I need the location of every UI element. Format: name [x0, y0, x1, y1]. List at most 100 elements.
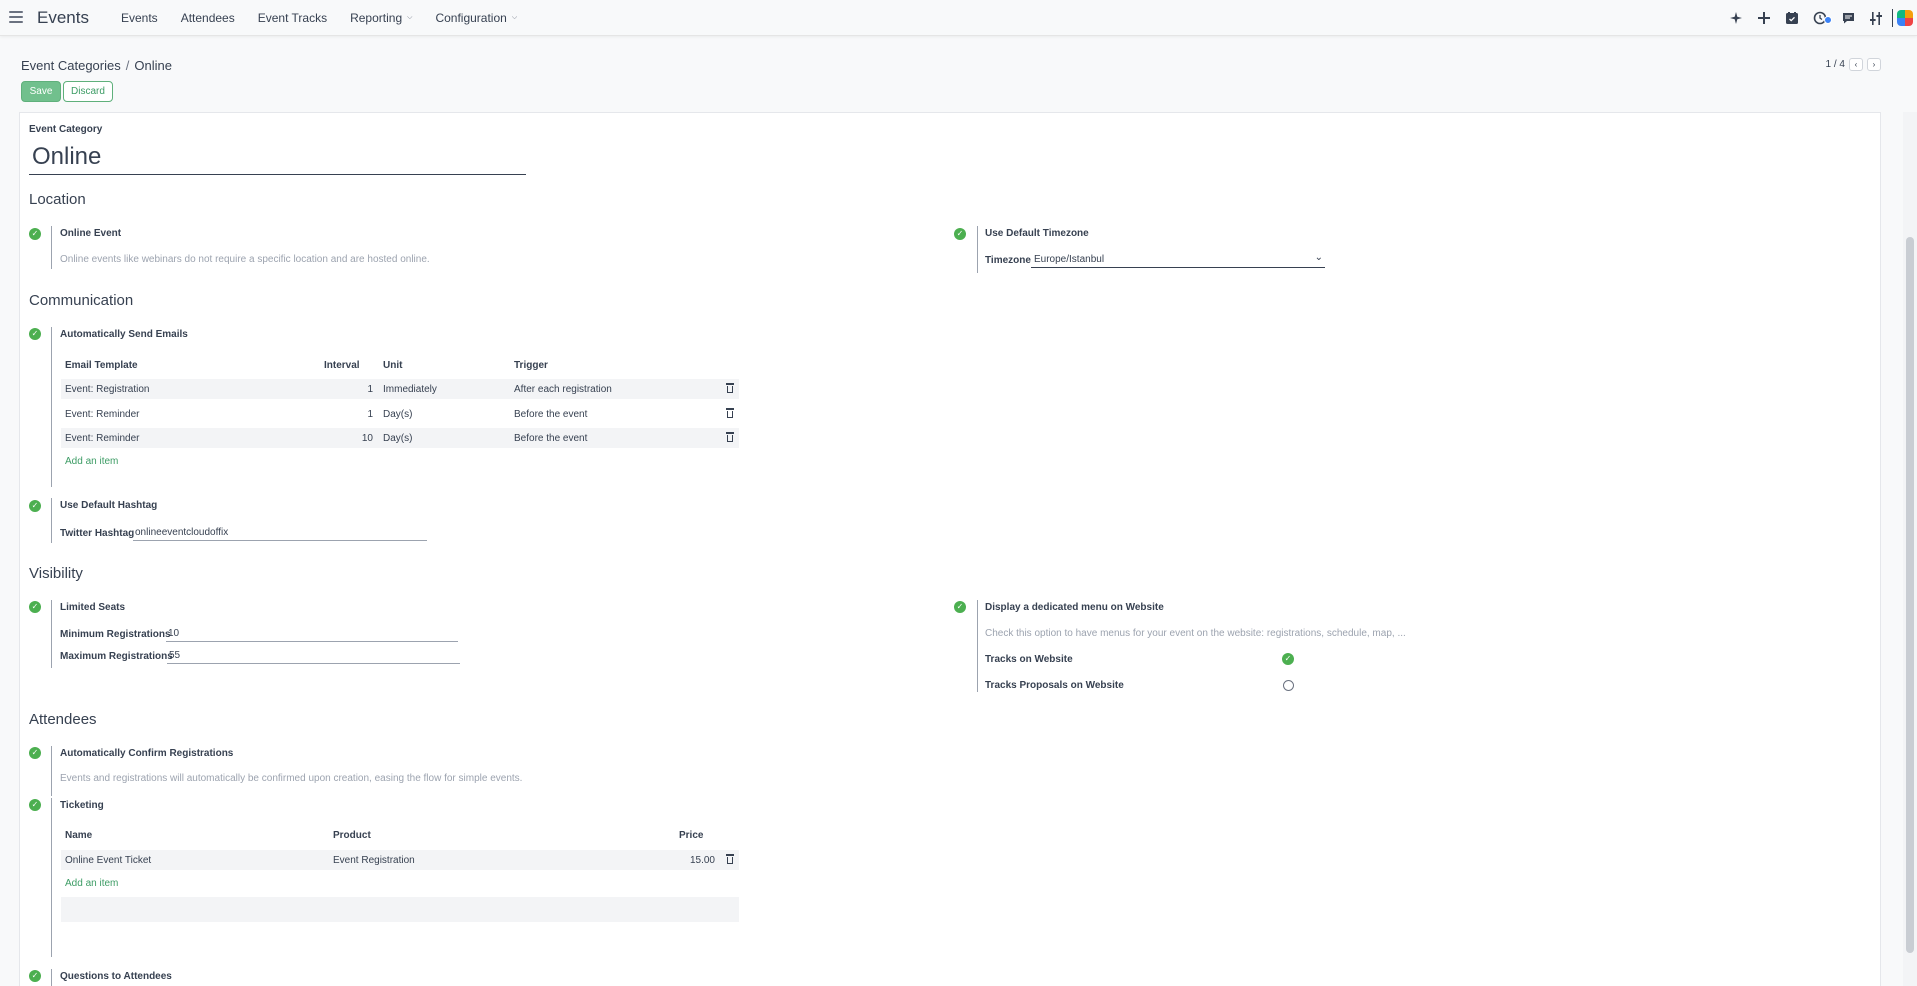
col-ticket-product[interactable]: Product: [333, 830, 371, 841]
menu-reporting[interactable]: Reporting ⌵: [350, 11, 412, 25]
menu-configuration[interactable]: Configuration ⌵: [435, 11, 517, 25]
menu-configuration-label: Configuration: [435, 11, 507, 25]
auto-emails-check-icon[interactable]: ✓: [29, 328, 41, 340]
auto-confirm-check-icon[interactable]: ✓: [29, 747, 41, 759]
company-avatar[interactable]: [1897, 10, 1913, 26]
cell-unit: Immediately: [383, 384, 437, 395]
timezone-value: Europe/Istanbul: [1034, 254, 1105, 265]
option-divider: [51, 600, 52, 668]
cell-ticket-price: 15.00: [689, 855, 715, 866]
breadcrumb-parent[interactable]: Event Categories: [21, 58, 121, 73]
cell-trigger: After each registration: [514, 384, 612, 395]
option-divider: [977, 226, 978, 273]
sparkle-icon[interactable]: [1722, 9, 1750, 27]
menu-events-label: Events: [121, 11, 158, 25]
cell-ticket-name: Online Event Ticket: [65, 855, 152, 866]
twitter-hashtag-label: Twitter Hashtag: [60, 528, 135, 539]
questions-label: Questions to Attendees: [60, 971, 172, 982]
online-event-check-icon[interactable]: ✓: [29, 228, 41, 240]
ticketing-label: Ticketing: [60, 800, 104, 811]
min-registrations-input[interactable]: 10: [166, 628, 458, 642]
option-divider: [51, 498, 52, 543]
default-timezone-label: Use Default Timezone: [985, 228, 1089, 239]
scroll-thumb[interactable]: [1906, 237, 1914, 953]
hamburger-menu-icon[interactable]: [9, 11, 23, 23]
menu-reporting-label: Reporting: [350, 11, 403, 25]
menu-attendees[interactable]: Attendees: [181, 11, 235, 25]
plus-icon[interactable]: [1750, 9, 1778, 27]
settings-sliders-icon[interactable]: [1862, 9, 1890, 27]
website-menu-help: Check this option to have menus for your…: [985, 628, 1406, 639]
max-registrations-label: Maximum Registrations: [60, 651, 173, 662]
ticketing-check-icon[interactable]: ✓: [29, 799, 41, 811]
section-communication-title: Communication: [29, 292, 134, 309]
app-title[interactable]: Events: [37, 8, 89, 28]
twitter-hashtag-input[interactable]: onlineeventcloudoffix: [133, 527, 427, 541]
trash-icon[interactable]: [726, 854, 734, 864]
website-menu-check-icon[interactable]: ✓: [954, 601, 966, 613]
col-ticket-name[interactable]: Name: [65, 830, 92, 841]
table-row[interactable]: Online Event Ticket Event Registration 1…: [61, 850, 739, 870]
discard-button[interactable]: Discard: [63, 81, 113, 102]
auto-emails-label: Automatically Send Emails: [60, 329, 188, 340]
cell-email-template: Event: Reminder: [65, 409, 140, 420]
table-row[interactable]: Event: Reminder 10 Day(s) Before the eve…: [61, 428, 739, 448]
auto-confirm-label: Automatically Confirm Registrations: [60, 748, 234, 759]
table-row[interactable]: Event: Registration 1 Immediately After …: [61, 379, 739, 399]
default-timezone-check-icon[interactable]: ✓: [954, 228, 966, 240]
tracks-website-check-icon[interactable]: ✓: [1282, 653, 1294, 665]
cell-trigger: Before the event: [514, 409, 588, 420]
limited-seats-check-icon[interactable]: ✓: [29, 601, 41, 613]
save-button[interactable]: Save: [21, 81, 61, 102]
add-mail-item-link[interactable]: Add an item: [65, 456, 118, 467]
add-ticket-item-link[interactable]: Add an item: [65, 878, 118, 889]
vertical-scrollbar[interactable]: [1903, 112, 1917, 986]
option-divider: [51, 327, 52, 487]
calendar-check-icon[interactable]: [1778, 9, 1806, 27]
clock-activity-icon[interactable]: [1806, 9, 1834, 27]
pager-previous-icon[interactable]: ‹: [1849, 58, 1863, 71]
questions-check-icon[interactable]: ✓: [29, 970, 41, 982]
menu-events[interactable]: Events: [121, 11, 158, 25]
online-event-label: Online Event: [60, 228, 122, 239]
auto-confirm-help: Events and registrations will automatica…: [60, 773, 523, 784]
col-interval[interactable]: Interval: [324, 360, 360, 371]
pager-next-icon[interactable]: ›: [1867, 58, 1881, 71]
cell-unit: Day(s): [383, 409, 413, 420]
name-field-label: Event Category: [29, 124, 103, 135]
trash-icon[interactable]: [726, 383, 734, 393]
chevron-down-icon: ⌵: [511, 14, 518, 21]
online-event-help: Online events like webinars do not requi…: [60, 254, 430, 265]
menu-event-tracks-label: Event Tracks: [257, 11, 328, 25]
default-hashtag-check-icon[interactable]: ✓: [29, 500, 41, 512]
option-divider: [51, 746, 52, 796]
col-unit[interactable]: Unit: [383, 360, 402, 371]
col-email-template[interactable]: Email Template: [65, 360, 138, 371]
col-ticket-price[interactable]: Price: [679, 830, 703, 841]
cell-interval: 10: [361, 433, 373, 444]
breadcrumb: Event Categories / Online: [21, 58, 172, 73]
section-attendees-title: Attendees: [29, 711, 97, 728]
chevron-down-icon: ⌵: [407, 14, 413, 21]
website-menu-label: Display a dedicated menu on Website: [985, 602, 1164, 613]
activity-badge: [1824, 16, 1832, 24]
option-divider: [51, 226, 52, 269]
trash-icon[interactable]: [726, 432, 734, 442]
max-registrations-input[interactable]: 55: [167, 650, 460, 664]
tracks-website-label: Tracks on Website: [985, 654, 1073, 665]
option-divider: [977, 600, 978, 692]
menu-event-tracks[interactable]: Event Tracks: [258, 11, 327, 25]
cell-ticket-product: Event Registration: [333, 855, 415, 866]
tracks-proposals-checkbox[interactable]: [1283, 680, 1294, 691]
pager-value[interactable]: 1 / 4: [1826, 59, 1845, 70]
cell-trigger: Before the event: [514, 433, 588, 444]
systray: [1722, 9, 1917, 27]
col-trigger[interactable]: Trigger: [514, 360, 548, 371]
table-row[interactable]: Event: Reminder 1 Day(s) Before the even…: [61, 404, 739, 424]
category-name-input[interactable]: Online: [29, 140, 526, 175]
timezone-select[interactable]: Europe/Istanbul ⌄: [1031, 252, 1325, 268]
chat-icon[interactable]: [1834, 9, 1862, 27]
trash-icon[interactable]: [726, 408, 734, 418]
cell-email-template: Event: Registration: [65, 384, 150, 395]
option-divider: [51, 969, 52, 986]
